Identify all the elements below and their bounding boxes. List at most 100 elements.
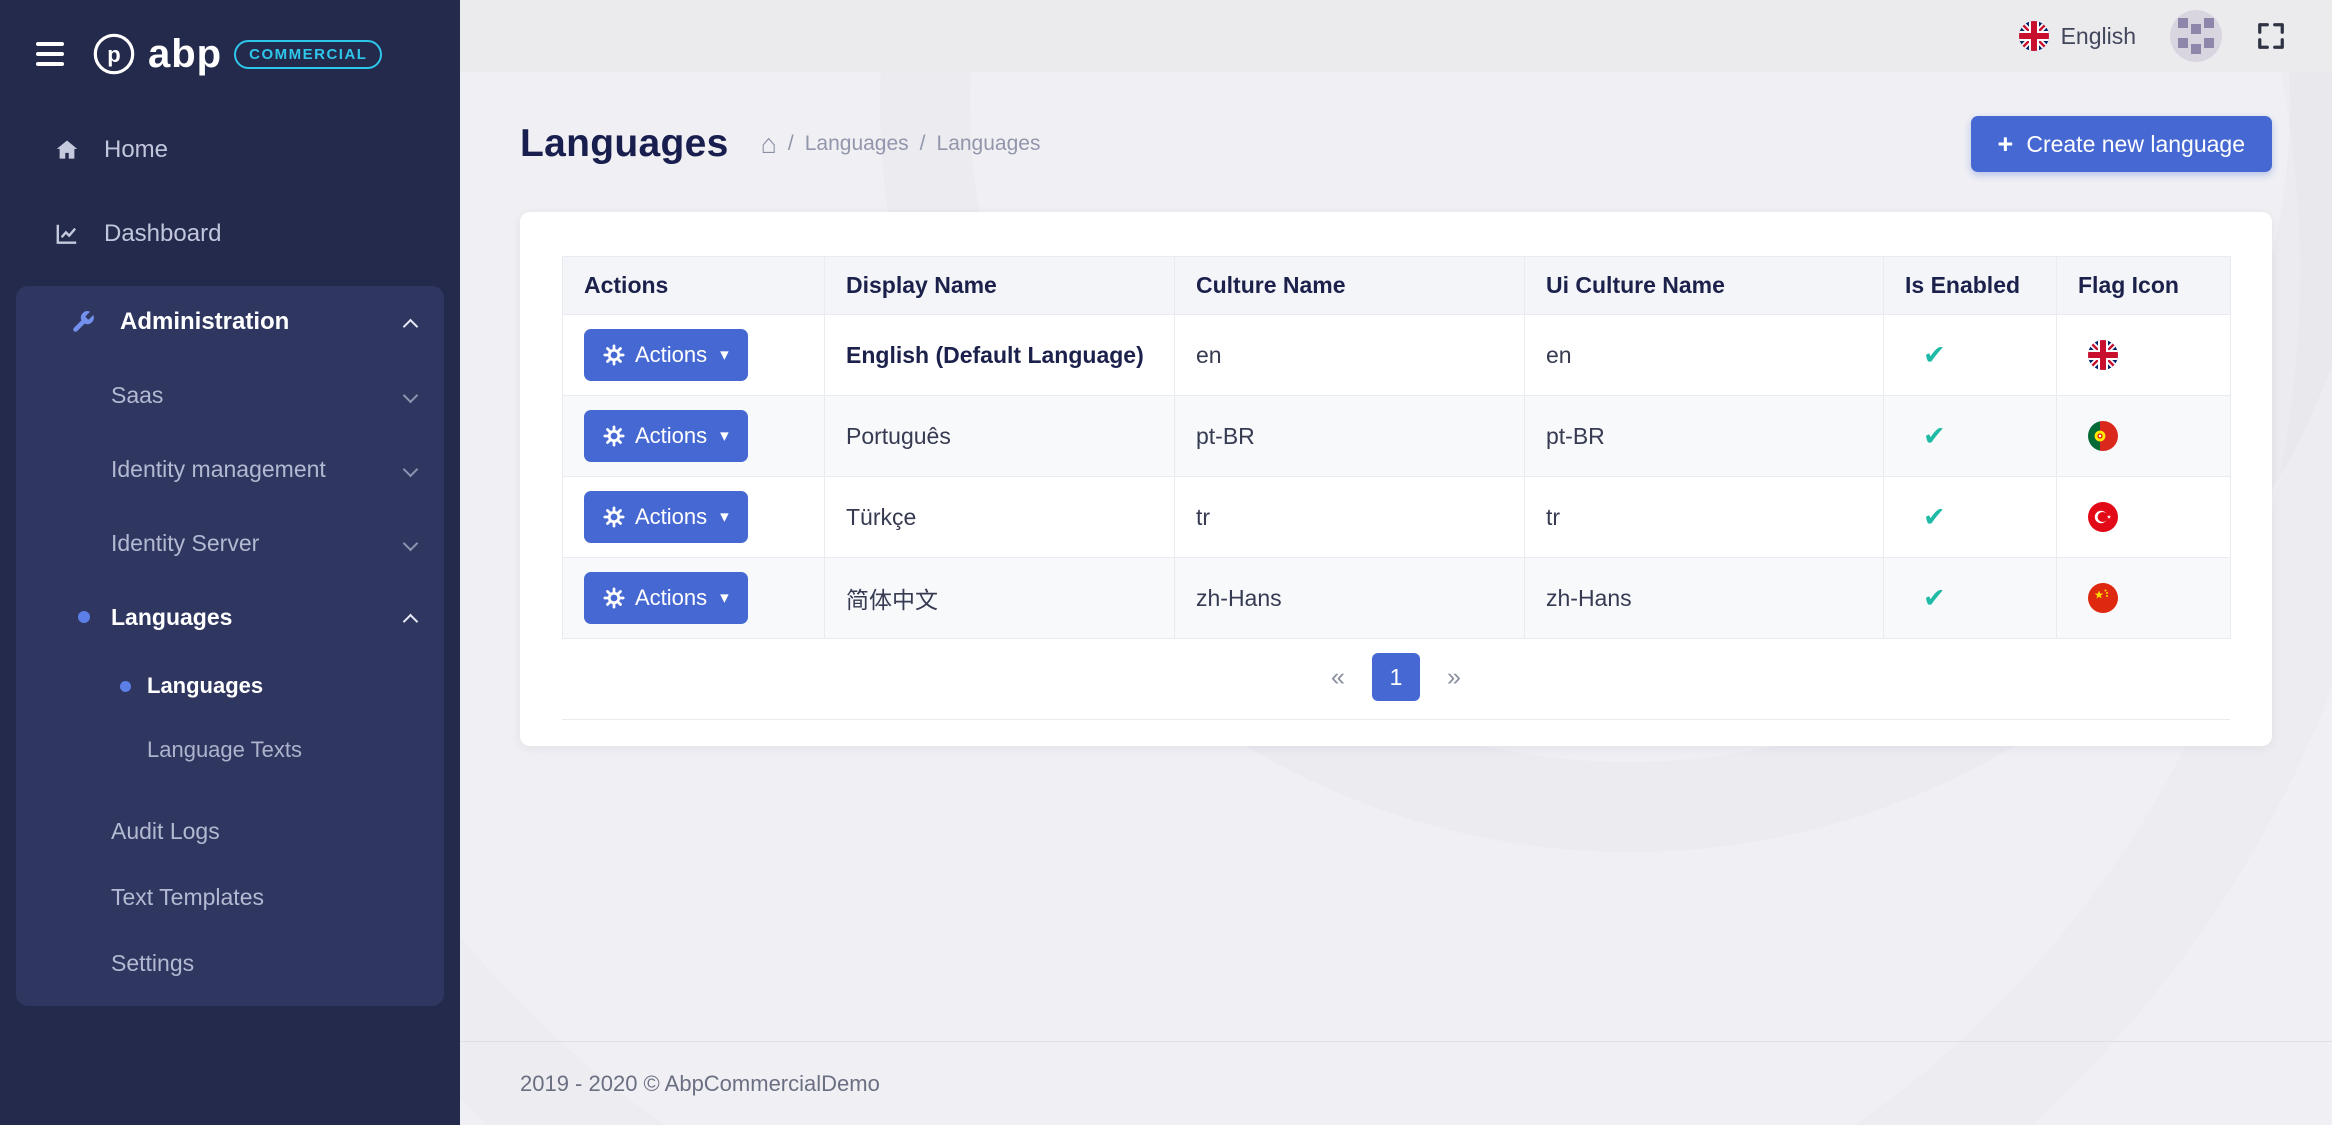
sidebar-item-dashboard[interactable]: Dashboard: [0, 192, 460, 276]
next-page-button[interactable]: »: [1430, 653, 1478, 701]
topbar: English: [460, 0, 2332, 72]
sidebar-item-audit-logs[interactable]: Audit Logs: [16, 798, 444, 864]
breadcrumb-separator: /: [920, 132, 926, 156]
sidebar-subitem-language-texts[interactable]: Language Texts: [16, 718, 444, 782]
actions-button-label: Actions: [635, 585, 707, 611]
table-header-row: Actions Display Name Culture Name Ui Cul…: [563, 257, 2231, 315]
check-icon: ✔: [1923, 583, 1946, 613]
app-root: p abp COMMERCIAL Home Dashboard: [0, 0, 2332, 1125]
sidebar-item-administration[interactable]: Administration: [16, 286, 444, 358]
pagination: « 1 »: [562, 639, 2230, 720]
flag-pt-icon: [2088, 421, 2118, 451]
fullscreen-button[interactable]: [2256, 21, 2286, 51]
footer: 2019 - 2020 © AbpCommercialDemo: [460, 1041, 2332, 1125]
sidebar-item-label: Identity management: [111, 456, 326, 483]
sidebar-item-label: Audit Logs: [111, 818, 220, 845]
home-icon: [54, 137, 80, 163]
sidebar-item-label: Saas: [111, 382, 163, 409]
sidebar-item-settings[interactable]: Settings: [16, 930, 444, 996]
abp-logo-icon: p: [92, 32, 136, 76]
languages-card: Actions Display Name Culture Name Ui Cul…: [520, 212, 2272, 746]
page-title: Languages: [520, 122, 729, 166]
languages-table: Actions Display Name Culture Name Ui Cul…: [562, 256, 2231, 639]
column-header-flag-icon: Flag Icon: [2057, 257, 2231, 315]
sidebar: p abp COMMERCIAL Home Dashboard: [0, 0, 460, 1125]
check-icon: ✔: [1923, 340, 1946, 370]
sidebar-header: p abp COMMERCIAL: [0, 0, 460, 108]
hamburger-menu-button[interactable]: [34, 36, 66, 72]
ui-culture-name-cell: en: [1525, 315, 1884, 396]
chevron-down-icon: [403, 535, 419, 551]
sidebar-item-languages[interactable]: Languages: [16, 580, 444, 654]
sidebar-item-label: Language Texts: [147, 737, 302, 763]
sidebar-item-text-templates[interactable]: Text Templates: [16, 864, 444, 930]
display-name-cell: Türkçe: [825, 477, 1175, 558]
gear-icon: [603, 587, 625, 609]
ui-culture-name-cell: pt-BR: [1525, 396, 1884, 477]
sidebar-item-label: Languages: [147, 673, 263, 699]
actions-button-label: Actions: [635, 423, 707, 449]
column-header-display-name: Display Name: [825, 257, 1175, 315]
commercial-badge: COMMERCIAL: [234, 40, 382, 69]
caret-down-icon: ▾: [720, 345, 729, 365]
gear-icon: [603, 425, 625, 447]
sidebar-item-label: Administration: [120, 308, 289, 336]
caret-down-icon: ▾: [720, 588, 729, 608]
sidebar-item-home[interactable]: Home: [0, 108, 460, 192]
avatar-identicon: [2170, 10, 2222, 62]
display-name-cell: Português: [825, 396, 1175, 477]
breadcrumb-item-languages[interactable]: Languages: [805, 132, 909, 156]
administration-menu-group: Administration Saas Identity management …: [16, 286, 444, 1006]
main-content: Languages ⌂ / Languages / Languages + Cr…: [460, 72, 2332, 1041]
sidebar-item-identity-server[interactable]: Identity Server: [16, 506, 444, 580]
abp-logo[interactable]: p abp COMMERCIAL: [92, 32, 382, 77]
row-actions-button[interactable]: Actions ▾: [584, 410, 748, 462]
breadcrumb-item-languages-page[interactable]: Languages: [937, 132, 1041, 156]
column-header-culture-name: Culture Name: [1175, 257, 1525, 315]
sidebar-subitem-languages[interactable]: Languages: [16, 654, 444, 718]
sidebar-item-label: Languages: [111, 604, 232, 631]
breadcrumb: ⌂ / Languages / Languages: [761, 131, 1041, 158]
table-row: Actions ▾ 简体中文 zh-Hans zh-Hans ✔: [563, 558, 2231, 639]
table-row: Actions ▾ Türkçe tr tr ✔: [563, 477, 2231, 558]
menu-spacer: [16, 782, 444, 798]
sidebar-item-label: Text Templates: [111, 884, 264, 911]
caret-down-icon: ▾: [720, 426, 729, 446]
flag-tr-icon: [2088, 502, 2118, 532]
culture-name-cell: zh-Hans: [1175, 558, 1525, 639]
chevron-up-icon: [403, 613, 419, 629]
footer-copyright: 2019 - 2020 © AbpCommercialDemo: [520, 1071, 880, 1097]
svg-text:p: p: [107, 42, 120, 67]
row-actions-button[interactable]: Actions ▾: [584, 329, 748, 381]
user-avatar[interactable]: [2170, 10, 2222, 62]
sidebar-item-label: Home: [104, 136, 168, 164]
actions-button-label: Actions: [635, 342, 707, 368]
fullscreen-icon: [2256, 21, 2286, 51]
dashboard-icon: [54, 221, 80, 247]
language-selector[interactable]: English: [2019, 21, 2136, 51]
wrench-icon: [70, 309, 96, 335]
column-header-is-enabled: Is Enabled: [1884, 257, 2057, 315]
sidebar-item-saas[interactable]: Saas: [16, 358, 444, 432]
chevron-up-icon: [403, 318, 419, 334]
breadcrumb-home-icon[interactable]: ⌂: [761, 131, 777, 158]
previous-page-button[interactable]: «: [1314, 653, 1362, 701]
sidebar-item-label: Identity Server: [111, 530, 259, 557]
sidebar-item-identity-management[interactable]: Identity management: [16, 432, 444, 506]
ui-culture-name-cell: tr: [1525, 477, 1884, 558]
circle-dot-icon: [78, 611, 90, 623]
actions-button-label: Actions: [635, 504, 707, 530]
table-row: Actions ▾ English (Default Language) en …: [563, 315, 2231, 396]
breadcrumb-separator: /: [788, 132, 794, 156]
flag-cn-icon: [2088, 583, 2118, 613]
main-area: English: [460, 0, 2332, 1125]
sidebar-item-label: Dashboard: [104, 220, 221, 248]
current-page-button[interactable]: 1: [1372, 653, 1420, 701]
column-header-actions: Actions: [563, 257, 825, 315]
row-actions-button[interactable]: Actions ▾: [584, 572, 748, 624]
sidebar-nav: Home Dashboard Administration: [0, 108, 460, 1006]
row-actions-button[interactable]: Actions ▾: [584, 491, 748, 543]
gear-icon: [603, 506, 625, 528]
create-new-language-button[interactable]: + Create new language: [1971, 116, 2272, 172]
page-header: Languages ⌂ / Languages / Languages + Cr…: [520, 116, 2272, 172]
